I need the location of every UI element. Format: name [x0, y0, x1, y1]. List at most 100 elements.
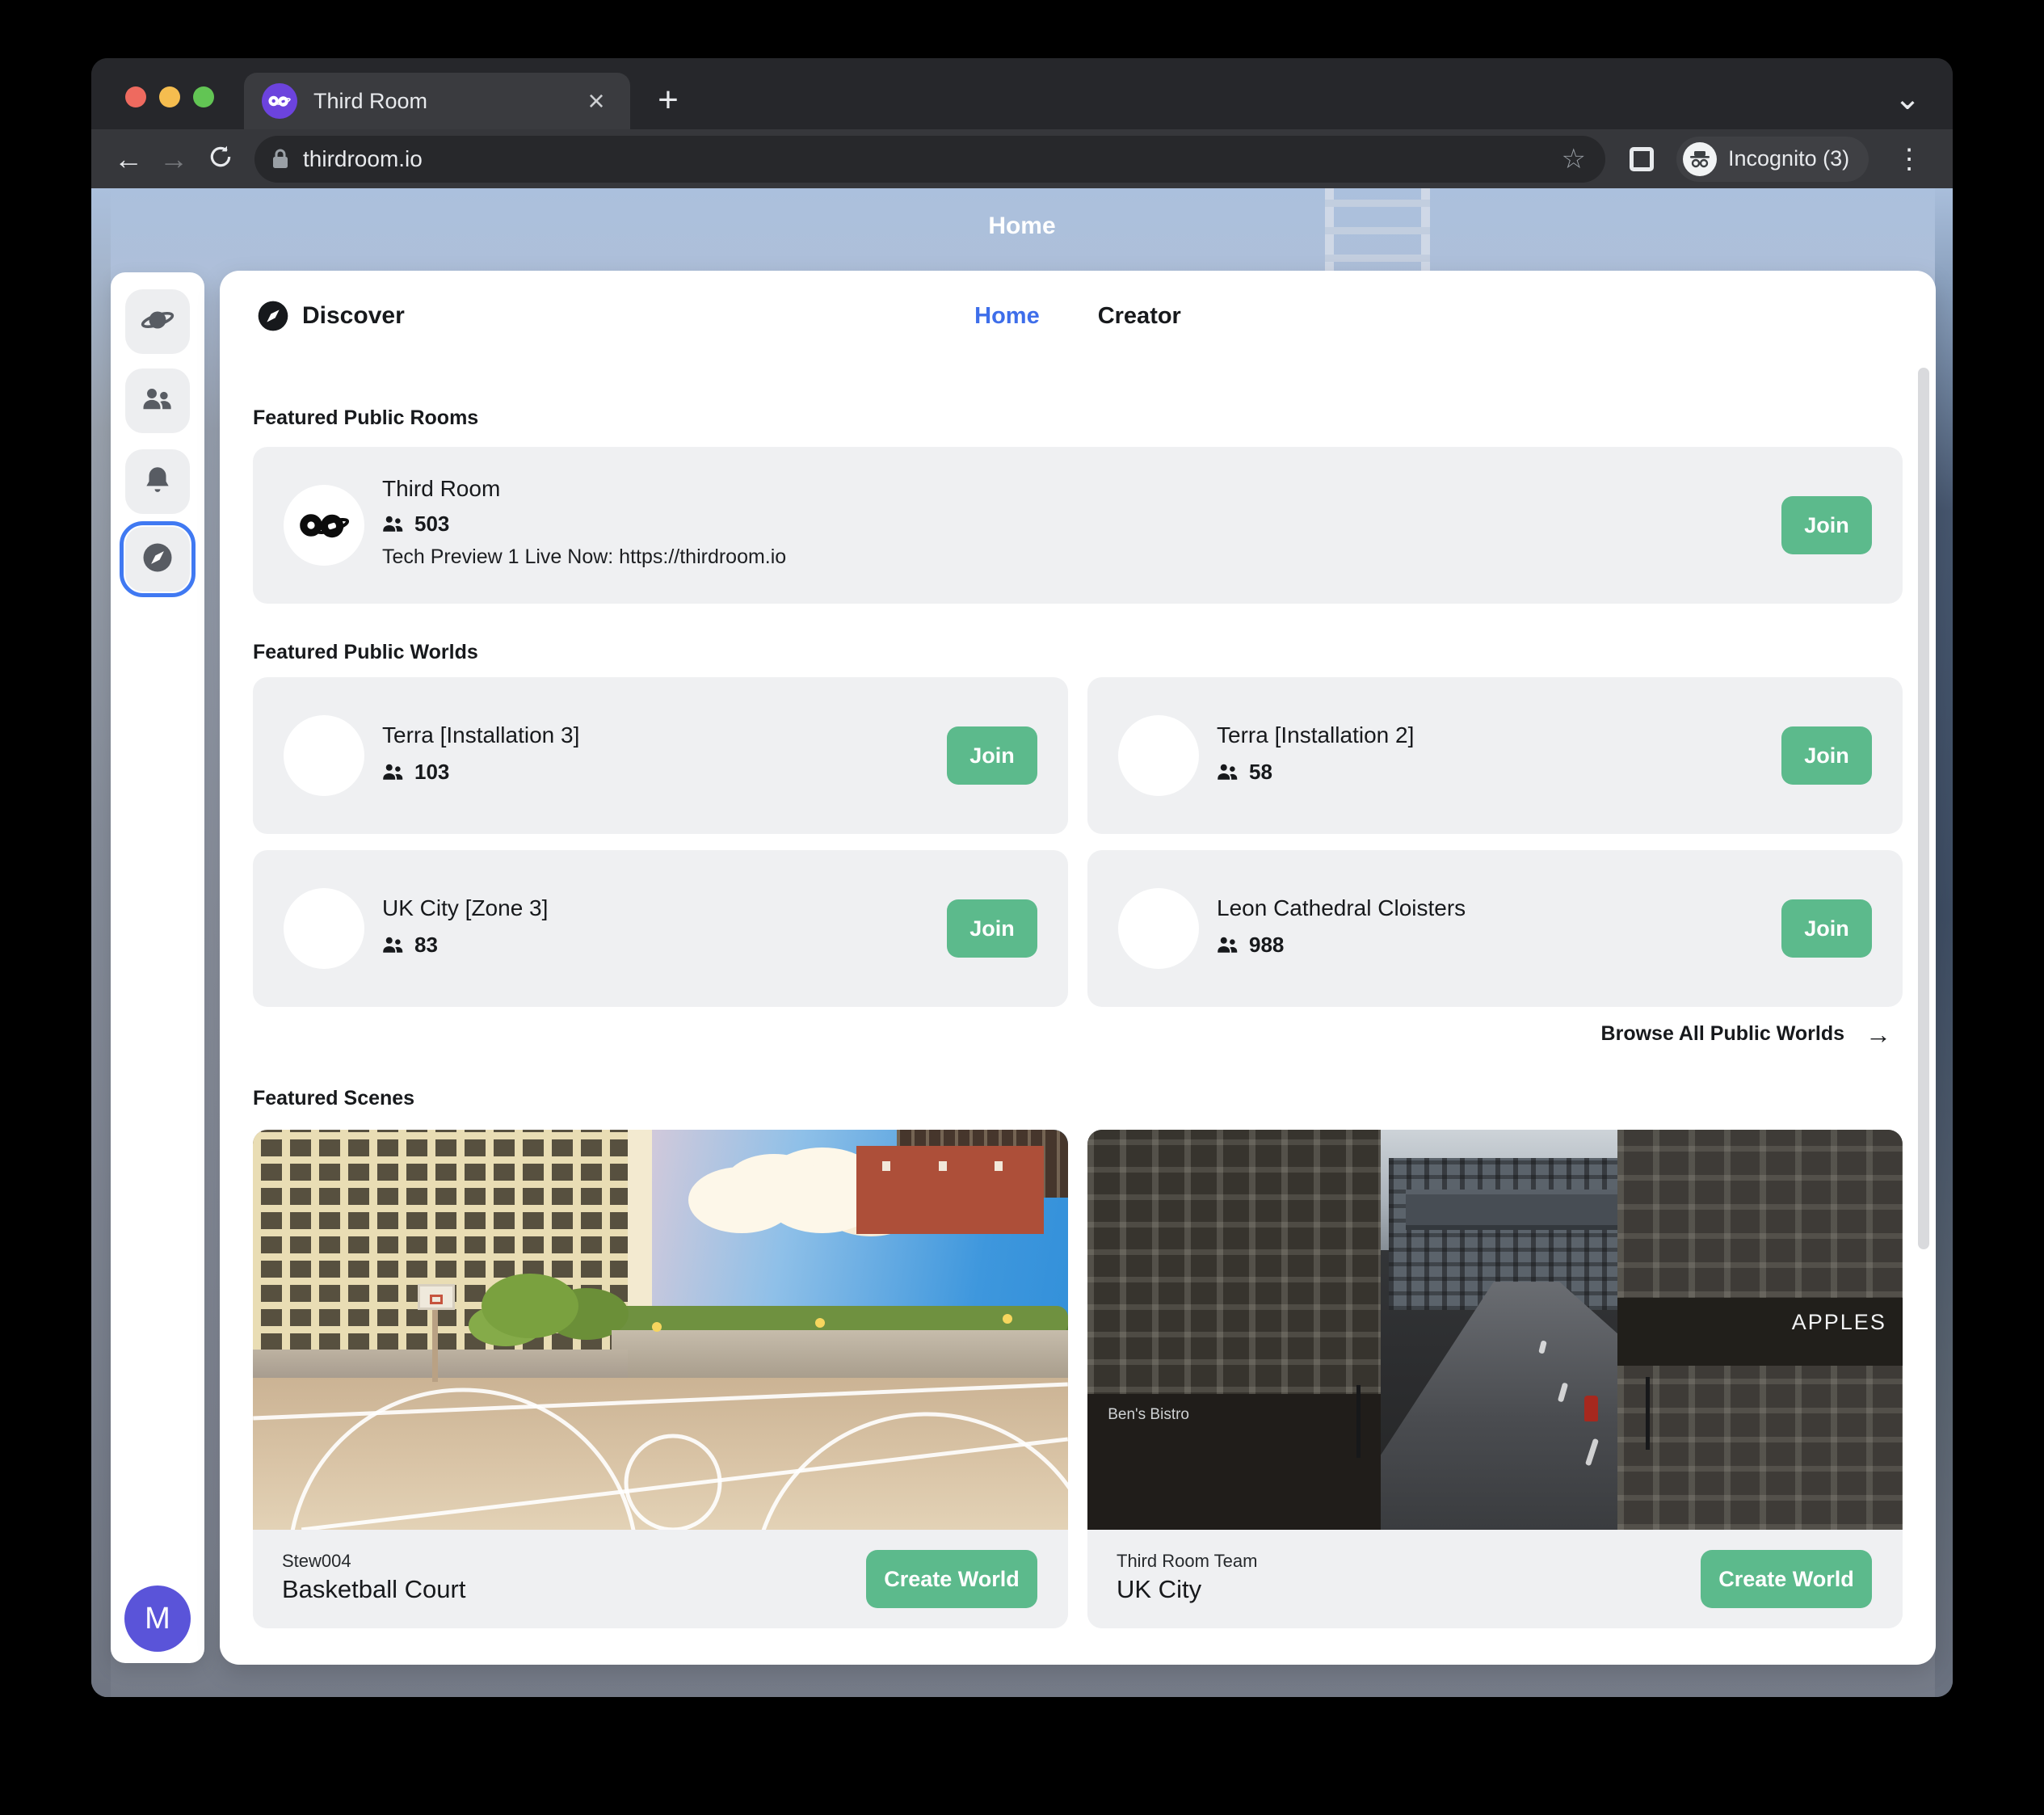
reload-button[interactable]: [198, 144, 243, 175]
scene-author: Third Room Team: [1117, 1551, 1257, 1572]
join-room-button[interactable]: Join: [1781, 496, 1872, 554]
discover-tabs: Home Creator: [220, 303, 1936, 330]
browser-menu-icon[interactable]: ⋮: [1891, 143, 1927, 175]
scene-author: Stew004: [282, 1551, 351, 1572]
scenes-section-heading: Featured Scenes: [253, 1087, 414, 1110]
bookmark-star-icon[interactable]: ☆: [1562, 143, 1586, 175]
background-scene-right: [1935, 188, 1953, 1697]
worlds-section-heading: Featured Public Worlds: [253, 641, 478, 664]
world-name: Terra [Installation 3]: [382, 722, 579, 748]
members-icon: [382, 514, 406, 535]
sidebar-item-home-planet[interactable]: [125, 289, 190, 354]
browser-window: Third Room × + ⌄ ← → thirdroom.io ☆: [91, 58, 1953, 1697]
discover-header: Discover Home Creator: [220, 271, 1936, 360]
arrow-right-icon: →: [1865, 1023, 1891, 1046]
incognito-icon: [1683, 142, 1717, 176]
world-member-count: 988: [1249, 933, 1284, 958]
compass-icon: [141, 541, 175, 579]
page-background: Home: [91, 188, 1953, 1697]
members-icon: [382, 935, 406, 956]
thirdroom-favicon-icon: [262, 83, 297, 119]
lock-icon: [271, 148, 290, 171]
join-world-button[interactable]: Join: [947, 726, 1037, 785]
world-member-count: 83: [414, 933, 438, 958]
sidebar-item-discover[interactable]: [125, 527, 190, 592]
panel-scrollbar[interactable]: [1918, 368, 1929, 1249]
world-name: UK City [Zone 3]: [382, 895, 548, 921]
planet-icon: [141, 303, 175, 341]
members-icon: [1217, 762, 1241, 783]
desktop: Third Room × + ⌄ ← → thirdroom.io ☆: [0, 0, 2044, 1815]
world-members: 83: [382, 933, 438, 958]
scene-name: Basketball Court: [282, 1575, 465, 1604]
world-avatar: [1118, 888, 1199, 969]
scene-footer: Stew004 Basketball Court Create World: [253, 1530, 1068, 1628]
create-world-button[interactable]: Create World: [1701, 1550, 1872, 1608]
incognito-label: Incognito (3): [1728, 146, 1849, 171]
room-avatar: [284, 485, 364, 566]
sidebar-item-friends[interactable]: [125, 368, 190, 433]
url-text: thirdroom.io: [303, 146, 1562, 172]
world-card[interactable]: Terra [Installation 3] 103 Join: [253, 677, 1068, 834]
bistro-sign-text: Ben's Bistro: [1108, 1406, 1189, 1424]
browser-toolbar: ← → thirdroom.io ☆ Incognito (3) ⋮: [91, 129, 1953, 188]
bell-icon: [141, 463, 175, 501]
user-avatar[interactable]: M: [124, 1585, 191, 1652]
apples-sign-text: APPLES: [1792, 1310, 1886, 1335]
thirdroom-logo-icon: [284, 485, 364, 566]
tab-home[interactable]: Home: [974, 303, 1040, 330]
tab-strip: Third Room × + ⌄: [91, 58, 1953, 129]
world-avatar: [284, 888, 364, 969]
tab-search-chevron-icon[interactable]: ⌄: [1885, 76, 1930, 121]
world-members: 103: [382, 760, 449, 785]
scene-image-basketball-court: [253, 1130, 1068, 1530]
join-world-button[interactable]: Join: [1781, 899, 1872, 958]
zoom-window-button[interactable]: [193, 86, 214, 107]
scene-footer: Third Room Team UK City Create World: [1087, 1530, 1903, 1628]
members-icon: [1217, 935, 1241, 956]
side-panel-icon[interactable]: [1630, 147, 1654, 171]
tab-title: Third Room: [313, 89, 580, 114]
tab-close-icon[interactable]: ×: [580, 86, 612, 116]
rooms-section-heading: Featured Public Rooms: [253, 406, 478, 430]
scene-card-basketball-court: Stew004 Basketball Court Create World: [253, 1130, 1068, 1628]
discover-panel: Discover Home Creator Featured Public Ro…: [220, 271, 1936, 1665]
page-title: Home: [91, 213, 1953, 240]
world-avatar: [284, 715, 364, 796]
world-name: Leon Cathedral Cloisters: [1217, 895, 1466, 921]
sidebar-item-notifications[interactable]: [125, 449, 190, 514]
world-avatar: [1118, 715, 1199, 796]
room-topic: Tech Preview 1 Live Now: https://thirdro…: [382, 545, 786, 569]
browser-tab[interactable]: Third Room ×: [244, 73, 630, 129]
room-members: 503: [382, 512, 449, 537]
sidebar: M: [111, 272, 204, 1663]
new-tab-button[interactable]: +: [647, 79, 689, 121]
people-icon: [141, 382, 175, 420]
scene-image-uk-city: APPLES Ben's Bistro: [1087, 1130, 1903, 1530]
world-name: Terra [Installation 2]: [1217, 722, 1414, 748]
scene-card-uk-city: APPLES Ben's Bistro Third Room Team UK C…: [1087, 1130, 1903, 1628]
scene-name: UK City: [1117, 1575, 1201, 1604]
room-member-count: 503: [414, 512, 449, 537]
world-card[interactable]: Leon Cathedral Cloisters 988 Join: [1087, 850, 1903, 1007]
world-card[interactable]: UK City [Zone 3] 83 Join: [253, 850, 1068, 1007]
world-member-count: 58: [1249, 760, 1272, 785]
world-members: 988: [1217, 933, 1284, 958]
back-button[interactable]: ←: [106, 145, 151, 174]
create-world-button[interactable]: Create World: [866, 1550, 1037, 1608]
address-bar[interactable]: thirdroom.io ☆: [254, 136, 1605, 183]
forward-button[interactable]: →: [151, 145, 196, 174]
world-member-count: 103: [414, 760, 449, 785]
minimize-window-button[interactable]: [159, 86, 180, 107]
room-name: Third Room: [382, 476, 500, 502]
join-world-button[interactable]: Join: [947, 899, 1037, 958]
browse-all-public-worlds-link[interactable]: Browse All Public Worlds →: [1601, 1022, 1891, 1046]
incognito-badge: Incognito (3): [1676, 137, 1869, 182]
close-window-button[interactable]: [125, 86, 146, 107]
members-icon: [382, 762, 406, 783]
tab-creator[interactable]: Creator: [1098, 303, 1181, 330]
join-world-button[interactable]: Join: [1781, 726, 1872, 785]
browse-all-label: Browse All Public Worlds: [1601, 1022, 1844, 1046]
world-card[interactable]: Terra [Installation 2] 58 Join: [1087, 677, 1903, 834]
room-card-third-room[interactable]: Third Room 503 Tech Preview 1 Live Now: …: [253, 447, 1903, 604]
